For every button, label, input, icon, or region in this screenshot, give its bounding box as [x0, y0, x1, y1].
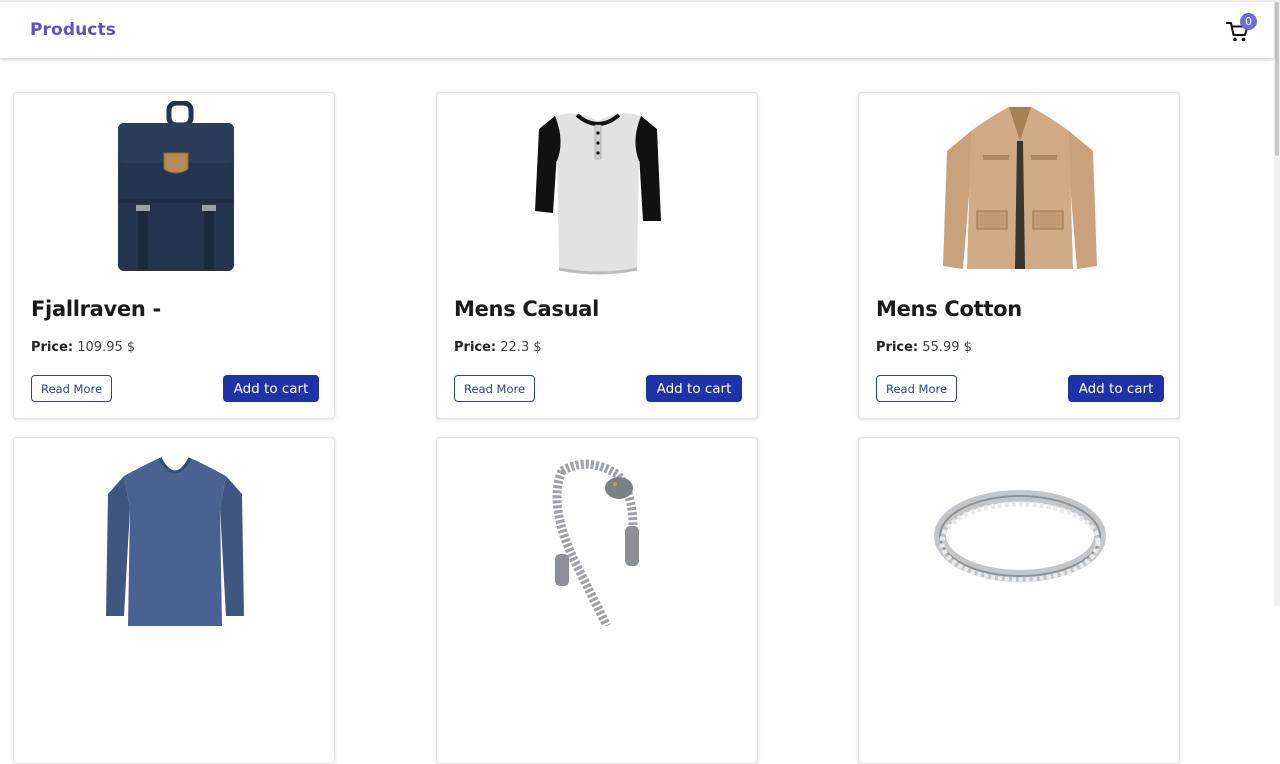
product-price: Price: 109.95 $ — [31, 340, 135, 355]
read-more-button[interactable]: Read More — [876, 375, 957, 402]
product-title[interactable]: Mens Cotton — [876, 297, 1022, 321]
backpack-image[interactable] — [14, 101, 335, 281]
cart-button[interactable]: 0 — [1226, 13, 1257, 44]
read-more-button[interactable]: Read More — [454, 375, 535, 402]
price-label: Price: — [31, 340, 74, 355]
price-label: Price: — [876, 340, 919, 355]
price-value: 109.95 $ — [77, 340, 136, 355]
add-to-cart-button[interactable]: Add to cart — [223, 375, 319, 402]
price-value: 22.3 $ — [500, 340, 542, 355]
long-sleeve-tee-image[interactable] — [14, 446, 335, 626]
product-price: Price: 22.3 $ — [454, 340, 542, 355]
product-card: Fjallraven - Price: 109.95 $ Read More A… — [13, 92, 335, 419]
product-card — [436, 437, 758, 764]
price-value: 55.99 $ — [922, 340, 972, 355]
top-navbar: Products 0 — [0, 0, 1274, 58]
scrollbar-thumb[interactable] — [1275, 2, 1279, 156]
add-to-cart-button[interactable]: Add to cart — [1068, 375, 1164, 402]
dragon-bracelet-image[interactable] — [437, 446, 758, 626]
product-price: Price: 55.99 $ — [876, 340, 972, 355]
price-label: Price: — [454, 340, 497, 355]
product-card — [13, 437, 335, 764]
product-card: Mens Cotton Price: 55.99 $ Read More Add… — [858, 92, 1180, 419]
read-more-button[interactable]: Read More — [31, 375, 112, 402]
page-scrollbar[interactable] — [1274, 0, 1280, 606]
product-title[interactable]: Mens Casual — [454, 297, 599, 321]
silver-ring-image[interactable] — [859, 446, 1180, 626]
add-to-cart-button[interactable]: Add to cart — [646, 375, 742, 402]
cart-count-badge: 0 — [1240, 13, 1257, 30]
product-title[interactable]: Fjallraven - — [31, 297, 161, 321]
product-card: Mens Casual Price: 22.3 $ Read More Add … — [436, 92, 758, 419]
brand-title[interactable]: Products — [30, 20, 116, 40]
product-card — [858, 437, 1180, 764]
raglan-shirt-image[interactable] — [437, 101, 758, 281]
cotton-jacket-image[interactable] — [859, 101, 1180, 281]
